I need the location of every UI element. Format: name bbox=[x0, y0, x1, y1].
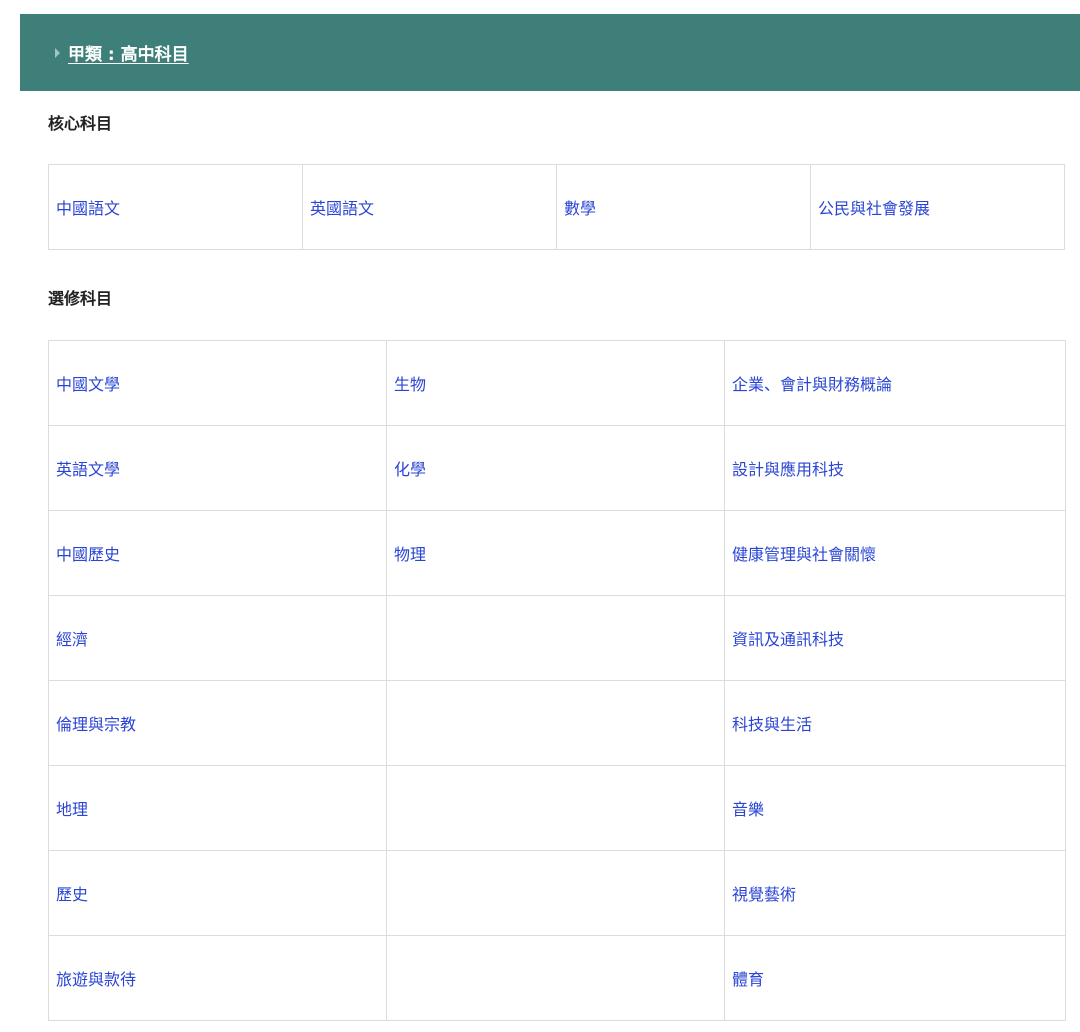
elective-subjects-table: 中國文學 生物 企業、會計與財務概論英語文學 化學 設計與應用科技中國歷史 物理 健康管理與… bbox=[48, 340, 1066, 1021]
table-cell: 英國語文 bbox=[302, 164, 557, 250]
table-cell: 中國文學 bbox=[48, 340, 387, 426]
subject-link[interactable]: 倫理與宗教 bbox=[56, 715, 136, 734]
subject-link[interactable]: 英國語文 bbox=[310, 199, 374, 218]
table-cell bbox=[386, 850, 725, 936]
subject-link[interactable]: 企業、會計與財務概論 bbox=[732, 375, 892, 394]
core-subjects-heading: 核心科目 bbox=[48, 114, 113, 133]
subject-link[interactable]: 資訊及通訊科技 bbox=[732, 630, 844, 649]
table-row: 旅遊與款待 體育 bbox=[48, 935, 1066, 1021]
subject-link[interactable]: 經濟 bbox=[56, 630, 88, 649]
subject-link[interactable]: 歷史 bbox=[56, 885, 88, 904]
table-cell: 生物 bbox=[386, 340, 725, 426]
table-cell: 科技與生活 bbox=[724, 680, 1066, 766]
table-row: 歷史 視覺藝術 bbox=[48, 850, 1066, 936]
table-row: 地理 音樂 bbox=[48, 765, 1066, 851]
table-cell: 數學 bbox=[556, 164, 811, 250]
table-cell: 歷史 bbox=[48, 850, 387, 936]
table-cell: 化學 bbox=[386, 425, 725, 511]
subject-link[interactable]: 化學 bbox=[394, 460, 426, 479]
category-title-link[interactable]: 甲類 : 高中科目 bbox=[68, 40, 189, 65]
subject-link[interactable]: 設計與應用科技 bbox=[732, 460, 844, 479]
elective-subjects-heading: 選修科目 bbox=[48, 289, 113, 308]
table-cell: 健康管理與社會關懷 bbox=[724, 510, 1066, 596]
subject-link[interactable]: 中國文學 bbox=[56, 375, 120, 394]
table-cell bbox=[386, 680, 725, 766]
table-cell: 設計與應用科技 bbox=[724, 425, 1066, 511]
subject-link[interactable]: 視覺藝術 bbox=[732, 885, 796, 904]
table-row: 英語文學 化學 設計與應用科技 bbox=[48, 425, 1066, 511]
table-cell: 資訊及通訊科技 bbox=[724, 595, 1066, 681]
subject-link[interactable]: 地理 bbox=[56, 800, 88, 819]
category-banner: 甲類 : 高中科目 bbox=[20, 14, 1080, 91]
table-cell: 英語文學 bbox=[48, 425, 387, 511]
table-row: 中國文學 生物 企業、會計與財務概論 bbox=[48, 340, 1066, 426]
subject-link[interactable]: 中國語文 bbox=[56, 199, 120, 218]
subject-link[interactable]: 中國歷史 bbox=[56, 545, 120, 564]
subject-link[interactable]: 音樂 bbox=[732, 800, 764, 819]
table-cell: 物理 bbox=[386, 510, 725, 596]
subject-link[interactable]: 科技與生活 bbox=[732, 715, 812, 734]
table-cell: 中國歷史 bbox=[48, 510, 387, 596]
table-cell: 經濟 bbox=[48, 595, 387, 681]
subject-link[interactable]: 生物 bbox=[394, 375, 426, 394]
page: 甲類 : 高中科目 核心科目 中國語文 英國語文 數學 公民與社會發展 選修科目… bbox=[0, 0, 1080, 1032]
table-cell: 體育 bbox=[724, 935, 1066, 1021]
table-cell: 企業、會計與財務概論 bbox=[724, 340, 1066, 426]
table-row: 中國歷史 物理 健康管理與社會關懷 bbox=[48, 510, 1066, 596]
subject-link[interactable]: 旅遊與款待 bbox=[56, 970, 136, 989]
table-cell bbox=[386, 935, 725, 1021]
table-cell: 公民與社會發展 bbox=[810, 164, 1065, 250]
caret-right-icon bbox=[55, 48, 60, 58]
subject-link[interactable]: 公民與社會發展 bbox=[818, 199, 930, 218]
table-cell bbox=[386, 765, 725, 851]
subject-link[interactable]: 數學 bbox=[564, 199, 596, 218]
table-row: 倫理與宗教 科技與生活 bbox=[48, 680, 1066, 766]
table-cell: 地理 bbox=[48, 765, 387, 851]
table-row: 經濟 資訊及通訊科技 bbox=[48, 595, 1066, 681]
table-cell: 倫理與宗教 bbox=[48, 680, 387, 766]
table-cell: 旅遊與款待 bbox=[48, 935, 387, 1021]
table-row: 中國語文 英國語文 數學 公民與社會發展 bbox=[48, 164, 1065, 250]
table-cell bbox=[386, 595, 725, 681]
subject-link[interactable]: 健康管理與社會關懷 bbox=[732, 545, 876, 564]
subject-link[interactable]: 物理 bbox=[394, 545, 426, 564]
subject-link[interactable]: 英語文學 bbox=[56, 460, 120, 479]
table-cell: 中國語文 bbox=[48, 164, 303, 250]
core-subjects-table: 中國語文 英國語文 數學 公民與社會發展 bbox=[48, 164, 1065, 250]
subject-link[interactable]: 體育 bbox=[732, 970, 764, 989]
table-cell: 音樂 bbox=[724, 765, 1066, 851]
table-cell: 視覺藝術 bbox=[724, 850, 1066, 936]
